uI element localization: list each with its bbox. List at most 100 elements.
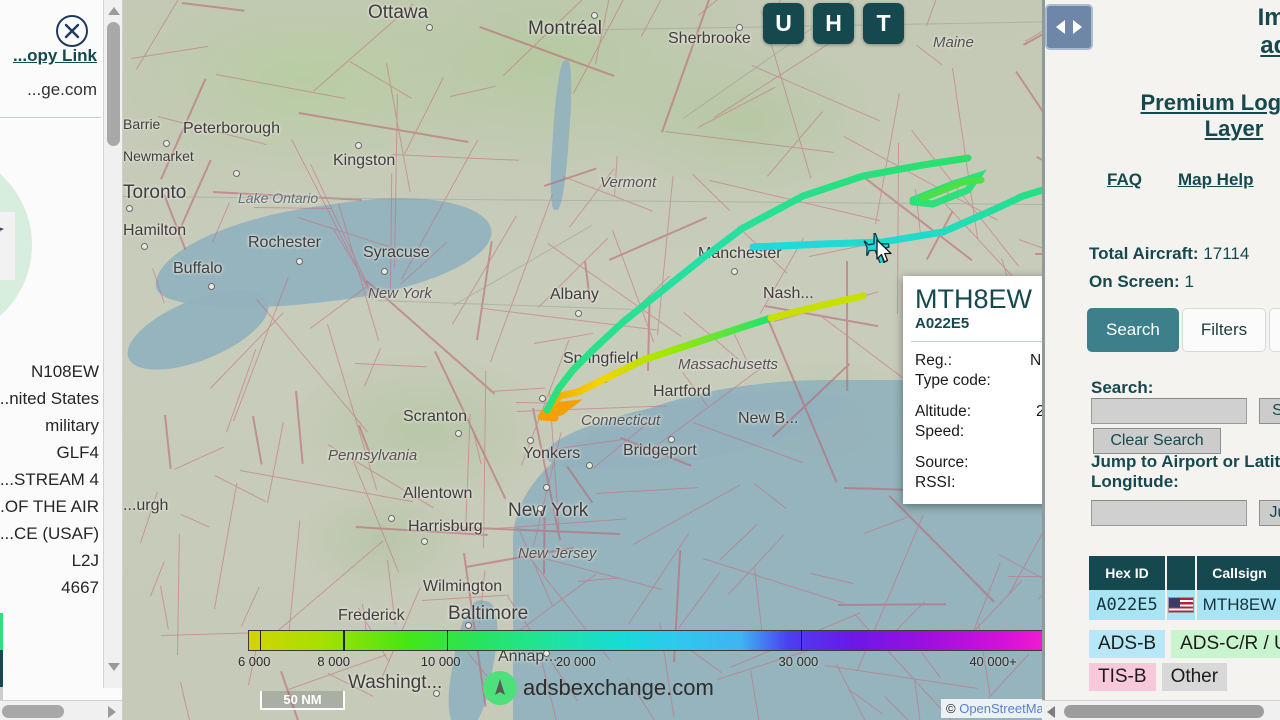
- panel-divider: [0, 117, 101, 118]
- road-segment: [225, 349, 256, 433]
- road-segment: [562, 176, 653, 212]
- table-cell-flag[interactable]: [1167, 590, 1197, 620]
- sidebar-scroll-left-arrow-icon[interactable]: [1047, 706, 1055, 718]
- map-button-t[interactable]: T: [863, 3, 904, 44]
- state-border: [453, 225, 593, 307]
- road-segment: [152, 268, 166, 304]
- altitude-tick: [446, 630, 449, 651]
- road-segment: [327, 324, 378, 491]
- road-segment: [364, 348, 382, 387]
- map-button-u[interactable]: U: [763, 3, 804, 44]
- jump-submit-button[interactable]: Jump: [1259, 500, 1280, 526]
- scroll-up-arrow-icon[interactable]: [108, 7, 120, 15]
- plane-glyph-icon: [495, 679, 505, 695]
- sidebar-heading-line1: Improve Cove: [1257, 4, 1280, 31]
- sidebar-scroll-thumb[interactable]: [1064, 705, 1264, 718]
- city-dot: [355, 142, 362, 149]
- sidebar-panel: Improve Cove adsbexchang Premium Login: …: [1042, 0, 1280, 720]
- copy-link-button[interactable]: ...opy Link: [13, 46, 97, 66]
- road-segment: [767, 110, 824, 177]
- premium-login-link[interactable]: Premium Login: n Layer: [1064, 90, 1280, 143]
- road-segment: [386, 560, 396, 626]
- city-dot: [455, 430, 462, 437]
- road-segment: [176, 534, 180, 656]
- sidebar-heading-link[interactable]: adsbexchang: [1260, 32, 1280, 59]
- popup-label-reg: Reg.:: [915, 352, 953, 370]
- road-segment: [254, 207, 333, 210]
- map-help-link[interactable]: Map Help: [1178, 170, 1254, 190]
- table-header-callsign[interactable]: Callsign: [1197, 556, 1280, 590]
- details-button[interactable]: ...TAILS: [0, 613, 3, 650]
- road-segment: [327, 444, 434, 509]
- city-dot: [543, 484, 550, 491]
- scroll-right-arrow-icon[interactable]: [108, 706, 116, 718]
- table-header-hexid[interactable]: Hex ID: [1089, 556, 1167, 590]
- map-view[interactable]: Ottawa Montréal Sherbrooke Maine Barrie Peter…: [123, 0, 1165, 720]
- road-segment: [664, 130, 834, 153]
- scroll-down-arrow-icon[interactable]: [108, 663, 120, 671]
- aircraft-detail-rows: N108EW ...nited States military GLF4 ...STRE…: [0, 358, 99, 601]
- total-aircraft-value: 17114: [1203, 244, 1250, 263]
- watermark-globe-icon: [483, 671, 517, 705]
- faq-link[interactable]: FAQ: [1107, 170, 1142, 190]
- road-segment: [620, 436, 692, 466]
- road-segment: [714, 38, 837, 118]
- close-icon[interactable]: [55, 14, 89, 48]
- road-segment: [309, 287, 366, 330]
- left-panel-scroll-thumb[interactable]: [107, 22, 120, 146]
- popup-label-typecode: Type code:: [915, 372, 991, 390]
- map-button-h[interactable]: H: [813, 3, 854, 44]
- jump-label-line1: Jump to Airport or Latit: [1091, 452, 1280, 471]
- road-segment: [753, 482, 787, 509]
- road-segment: [567, 466, 594, 503]
- aircraft-photo-area: [0, 150, 103, 340]
- clear-search-button[interactable]: Clear Search: [1093, 428, 1221, 454]
- sidebar-tabs: Search Filters C: [1087, 308, 1280, 352]
- road-segment: [681, 371, 708, 406]
- aircraft-detail-row: N108EW: [30, 362, 99, 381]
- search-submit-button[interactable]: Sear: [1259, 398, 1280, 424]
- tab-search[interactable]: Search: [1087, 308, 1179, 352]
- road-segment: [921, 652, 942, 679]
- table-column-callsign: Callsign MTH8EW: [1197, 556, 1280, 620]
- table-cell-hexid[interactable]: A022E5: [1089, 590, 1167, 620]
- city-dot: [543, 650, 550, 657]
- road-segment: [159, 78, 206, 181]
- table-cell-callsign[interactable]: MTH8EW: [1197, 590, 1280, 620]
- road-segment: [394, 93, 399, 267]
- road-segment: [349, 61, 412, 99]
- road-segment: [179, 158, 212, 230]
- left-panel-vertical-scrollbar[interactable]: [103, 0, 122, 688]
- sidebar-toggle-button[interactable]: [1045, 4, 1093, 50]
- road-segment: [772, 362, 851, 437]
- left-panel-hscroll-thumb[interactable]: [2, 705, 64, 718]
- tab-filters[interactable]: Filters: [1181, 308, 1267, 352]
- road-segment: [863, 516, 909, 535]
- road-segment: [532, 408, 561, 541]
- activity-button[interactable]: ...TIVITY: [0, 650, 3, 687]
- road-segment: [181, 2, 245, 12]
- road-segment: [174, 446, 224, 471]
- city-dot: [388, 515, 395, 522]
- aircraft-detail-row: GLF4: [56, 443, 99, 462]
- road-segment: [239, 470, 413, 503]
- left-panel-horizontal-scrollbar[interactable]: [0, 700, 122, 720]
- road-segment: [889, 494, 995, 602]
- road-segment: [179, 681, 204, 720]
- watermark-text: adsbexchange.com: [523, 675, 714, 700]
- table-header-flag[interactable]: [1167, 556, 1197, 590]
- openstreetmap-link[interactable]: OpenStreetMap: [959, 701, 1051, 716]
- jump-input[interactable]: [1091, 500, 1247, 526]
- on-screen-value: 1: [1184, 272, 1194, 291]
- road-segment: [572, 0, 652, 94]
- app-root: Ottawa Montréal Sherbrooke Maine Barrie Peter…: [0, 0, 1280, 720]
- search-input[interactable]: [1091, 398, 1247, 424]
- tab-c[interactable]: C: [1269, 308, 1280, 352]
- road-segment: [157, 115, 266, 145]
- road-segment: [465, 414, 471, 534]
- road-segment: [214, 475, 266, 503]
- road-segment: [760, 236, 805, 314]
- road-segment: [595, 486, 698, 494]
- road-segment: [313, 3, 414, 92]
- sidebar-horizontal-scrollbar[interactable]: [1042, 700, 1280, 720]
